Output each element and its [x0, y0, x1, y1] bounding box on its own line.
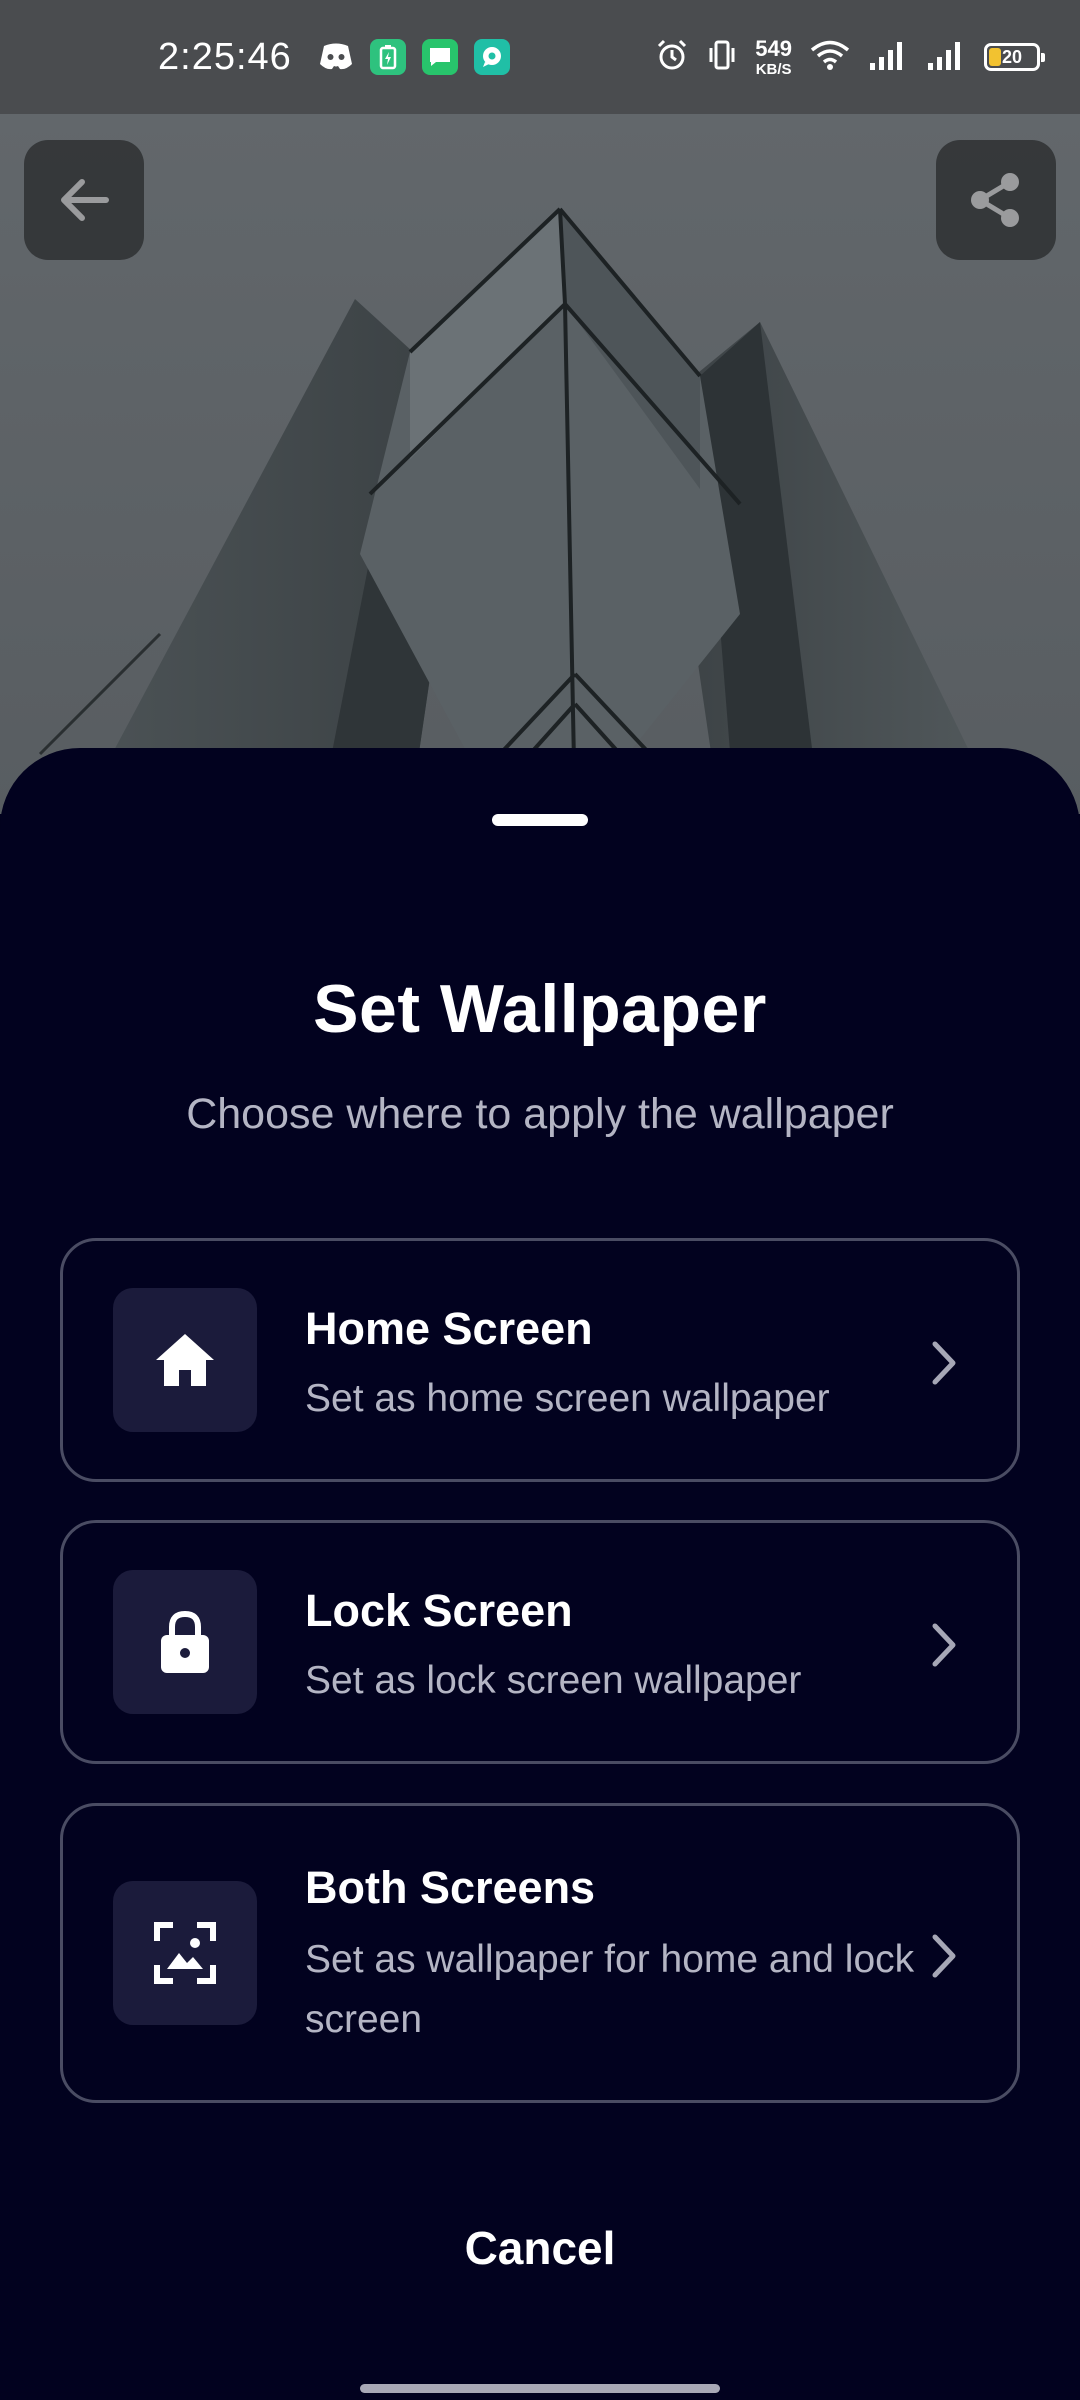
signal-icon: [926, 39, 966, 76]
home-screen-option[interactable]: Home Screen Set as home screen wallpaper: [60, 1238, 1020, 1482]
network-speed: 549 KB/S: [755, 35, 792, 78]
vibrate-icon: [707, 38, 737, 77]
sheet-drag-handle[interactable]: [492, 814, 588, 826]
gesture-navigation-bar[interactable]: [360, 2384, 720, 2393]
wallpaper-image: [0, 114, 1080, 814]
wifi-icon: [810, 39, 850, 76]
cancel-button[interactable]: Cancel: [340, 2198, 740, 2298]
option-title: Home Screen: [305, 1303, 593, 1354]
lock-icon: [161, 1610, 209, 1673]
network-speed-unit: KB/S: [755, 60, 792, 78]
option-description: Set as home screen wallpaper: [305, 1377, 830, 1420]
share-button[interactable]: [936, 140, 1056, 260]
network-speed-value: 549: [755, 35, 792, 61]
option-icon-box: [113, 1570, 257, 1714]
discord-icon: [318, 39, 354, 75]
status-time: 2:25:46: [158, 35, 292, 78]
chat-app-icon: [473, 39, 510, 75]
share-icon: [971, 173, 1019, 227]
option-title: Both Screens: [305, 1862, 596, 1913]
option-description: Set as wallpaper for home and lock scree…: [305, 1938, 915, 2041]
home-icon: [156, 1334, 214, 1386]
battery-indicator: 20: [984, 43, 1045, 71]
option-icon-box: [113, 1288, 257, 1432]
both-screens-option[interactable]: Both Screens Set as wallpaper for home a…: [60, 1803, 1020, 2103]
status-bar: 2:25:46 549 KB/S 20: [0, 0, 1080, 114]
battery-saver-app-icon: [369, 39, 406, 75]
back-button[interactable]: [24, 140, 144, 260]
messages-app-icon: [421, 39, 458, 75]
option-icon-box: [113, 1881, 257, 2025]
sheet-subtitle: Choose where to apply the wallpaper: [186, 1090, 894, 1138]
option-description: Set as lock screen wallpaper: [305, 1659, 802, 1702]
battery-fill: [989, 48, 1001, 66]
lock-screen-option[interactable]: Lock Screen Set as lock screen wallpaper: [60, 1520, 1020, 1764]
wallpaper-preview: [0, 114, 1080, 814]
chevron-right-icon: [932, 1341, 956, 1385]
chevron-right-icon: [932, 1623, 956, 1667]
notification-icons: [318, 39, 510, 75]
battery-level: 20: [1001, 46, 1023, 67]
signal-icon: [868, 39, 908, 76]
system-status: 549 KB/S 20: [655, 35, 1045, 78]
alarm-icon: [655, 38, 689, 77]
chevron-right-icon: [932, 1934, 956, 1978]
arrow-left-icon: [61, 179, 109, 221]
sheet-title: Set Wallpaper: [313, 971, 767, 1047]
set-wallpaper-sheet: Set Wallpaper Choose where to apply the …: [0, 748, 1080, 2400]
option-title: Lock Screen: [305, 1585, 573, 1636]
wallpaper-icon: [154, 1922, 216, 1984]
